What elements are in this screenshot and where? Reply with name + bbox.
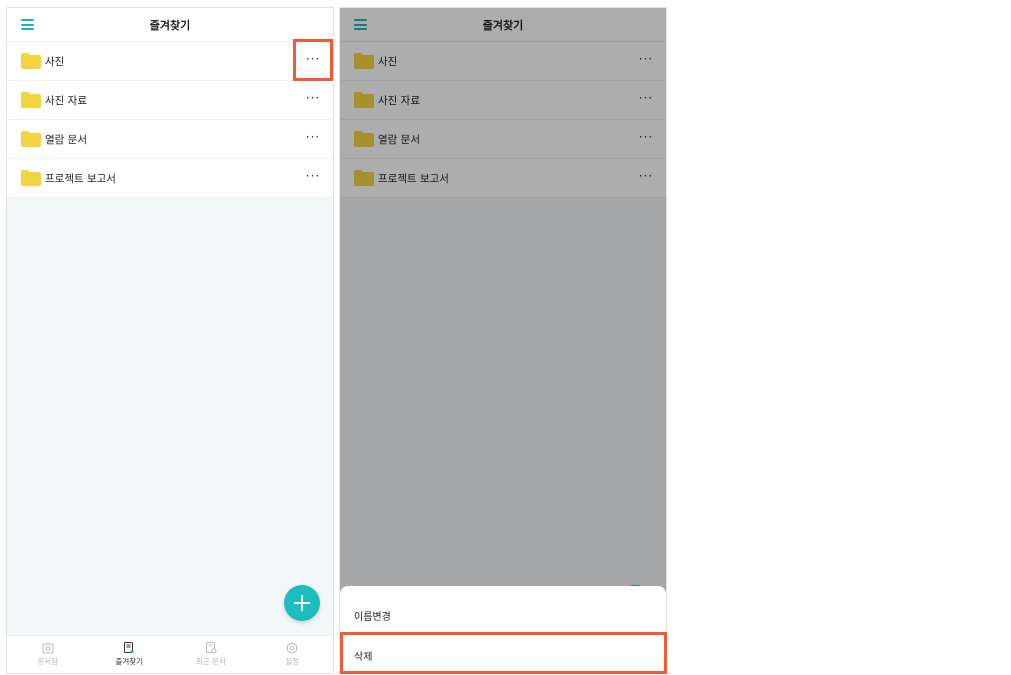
folder-row-photo-materials[interactable]: 사진 자료 ··· xyxy=(7,81,333,120)
bottom-nav: 문서함 즐겨찾기 최근 문서 설정 xyxy=(7,635,333,673)
page-title: 즐겨찾기 xyxy=(149,19,191,32)
folder-label: 열람 문서 xyxy=(45,134,87,146)
app-header: 즐겨찾기 xyxy=(7,8,333,42)
folder-list: 사진 ··· 사진 자료 ··· 열람 문서 ··· 프로젝트 보고서 ··· xyxy=(7,42,333,198)
folder-label: 사진 xyxy=(45,56,65,68)
action-sheet: 이름변경 삭제 xyxy=(340,586,666,673)
more-options-icon[interactable]: ··· xyxy=(305,92,321,107)
recent-doc-icon xyxy=(205,642,217,654)
rename-menu-item[interactable]: 이름변경 xyxy=(340,594,666,634)
favorites-screen: 즐겨찾기 사진 ··· 사진 자료 ··· 열람 문서 ··· 프로젝트 보고서… xyxy=(6,7,334,674)
nav-label: 문서함 xyxy=(37,657,59,666)
folder-icon xyxy=(21,131,41,147)
folder-row-project-report[interactable]: 프로젝트 보고서 ··· xyxy=(7,159,333,198)
folder-icon xyxy=(21,170,41,186)
gear-icon xyxy=(287,642,298,654)
more-options-icon[interactable]: ··· xyxy=(305,170,321,185)
favorites-screen-with-menu: 즐겨찾기 사진 ··· 사진 자료 ··· 열람 문서 ··· 프로젝트 보고서… xyxy=(339,7,667,674)
delete-label: 삭제 xyxy=(354,652,373,663)
add-button[interactable] xyxy=(284,585,320,621)
folder-label: 사진 자료 xyxy=(45,95,87,107)
camera-folder-icon xyxy=(42,643,54,654)
more-options-icon[interactable]: ··· xyxy=(305,131,321,146)
nav-label: 즐겨찾기 xyxy=(115,657,144,666)
favorite-doc-icon xyxy=(124,642,135,654)
folder-icon xyxy=(21,53,41,69)
more-options-icon[interactable]: ··· xyxy=(305,53,321,68)
delete-menu-item[interactable]: 삭제 xyxy=(340,633,666,673)
nav-item-recent[interactable]: 최근 문서 xyxy=(170,636,252,673)
modal-overlay[interactable] xyxy=(340,8,666,673)
nav-label: 최근 문서 xyxy=(195,657,226,666)
nav-item-favorites[interactable]: 즐겨찾기 xyxy=(89,636,171,673)
nav-item-documents[interactable]: 문서함 xyxy=(7,636,89,673)
nav-item-settings[interactable]: 설정 xyxy=(252,636,334,673)
folder-icon xyxy=(21,92,41,108)
rename-label: 이름변경 xyxy=(354,612,391,623)
folder-label: 프로젝트 보고서 xyxy=(45,173,116,185)
nav-label: 설정 xyxy=(285,657,300,666)
folder-row-viewed-docs[interactable]: 열람 문서 ··· xyxy=(7,120,333,159)
folder-row-photos[interactable]: 사진 ··· xyxy=(7,42,333,81)
